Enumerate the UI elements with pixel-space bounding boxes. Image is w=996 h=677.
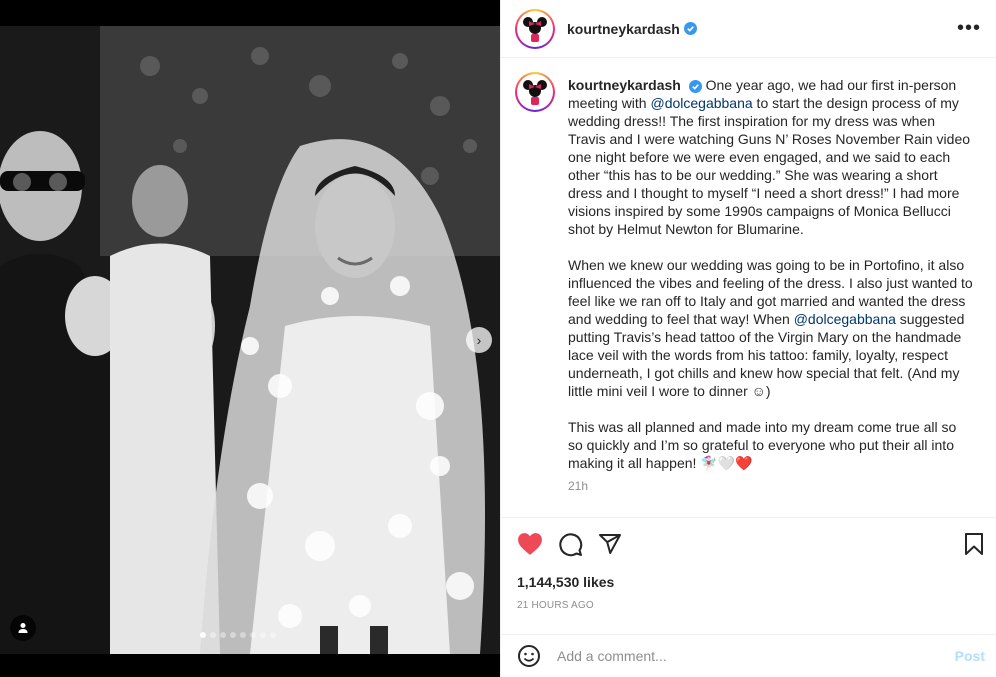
mention-link[interactable]: @dolcegabbana [650, 95, 752, 111]
carousel-dot [230, 632, 236, 638]
header-username[interactable]: kourtneykardash [567, 21, 680, 37]
carousel-dot [260, 632, 266, 638]
verified-badge-icon [683, 22, 697, 35]
carousel-dot [220, 632, 226, 638]
likes-count[interactable]: 1,144,530 likes [517, 574, 614, 590]
carousel-dot [240, 632, 246, 638]
comment-icon[interactable] [558, 532, 583, 562]
caption-paragraph-3: This was all planned and made into my dr… [568, 419, 957, 471]
add-comment-bar: Post [501, 634, 996, 677]
caption-section: kourtneykardash One year ago, we had our… [501, 58, 996, 518]
mention-link[interactable]: @dolcegabbana [794, 311, 896, 327]
post-header: kourtneykardash ••• [501, 0, 996, 58]
caption-paragraph-2: When we knew our wedding was going to be… [568, 257, 973, 399]
emoji-icon[interactable] [517, 644, 541, 668]
profile-picture [519, 12, 551, 45]
caption-username[interactable]: kourtneykardash [568, 77, 681, 93]
carousel-next-button[interactable]: › [466, 327, 492, 353]
post-sidebar: kourtneykardash ••• kourtneykardash One … [500, 0, 996, 677]
minnie-mouse-icon [523, 16, 547, 42]
carousel-dot [210, 632, 216, 638]
bookmark-icon[interactable] [963, 532, 985, 561]
caption-avatar[interactable] [515, 72, 555, 112]
wedding-photo-illustration [0, 26, 500, 654]
verified-badge-icon [688, 79, 702, 93]
post-media: › [0, 0, 500, 677]
caption-paragraph-1: kourtneykardash One year ago, we had our… [568, 77, 971, 237]
tagged-users-button[interactable] [10, 615, 36, 641]
minnie-mouse-icon [523, 80, 547, 105]
comment-input[interactable] [557, 648, 937, 664]
user-icon [18, 623, 28, 633]
chevron-right-icon: › [476, 332, 482, 348]
post-photo[interactable] [0, 26, 500, 654]
post-comment-button[interactable]: Post [955, 648, 985, 664]
paper-plane-icon[interactable] [598, 532, 622, 561]
post-caption: kourtneykardash One year ago, we had our… [568, 76, 973, 490]
carousel-dot [270, 632, 276, 638]
carousel-dot [200, 632, 206, 638]
heart-filled-icon[interactable] [517, 532, 543, 561]
post-date[interactable]: 21 HOURS AGO [517, 600, 594, 611]
avatar[interactable] [515, 8, 555, 49]
action-bar [501, 524, 996, 568]
caption-timestamp[interactable]: 21h [568, 479, 588, 493]
carousel-indicator [200, 632, 276, 638]
carousel-dot [250, 632, 256, 638]
more-options-button[interactable]: ••• [957, 18, 981, 38]
